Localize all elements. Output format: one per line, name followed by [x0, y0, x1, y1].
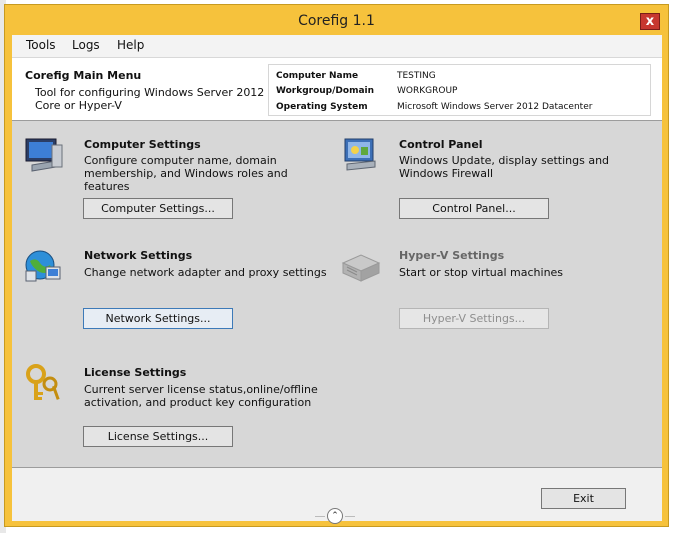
- server-icon: [341, 254, 381, 282]
- collapse-divider-right: [345, 516, 355, 517]
- control-panel-title: Control Panel: [399, 138, 483, 151]
- computer-icon: [25, 138, 63, 172]
- keys-icon: [26, 364, 60, 400]
- computer-settings-description: Configure computer name, domain membersh…: [84, 154, 288, 193]
- info-label-workgroup: Workgroup/Domain: [276, 86, 375, 96]
- info-value-workgroup: WORKGROUP: [397, 86, 458, 96]
- info-value-operating-system: Microsoft Windows Server 2012 Datacenter: [397, 102, 593, 112]
- menu-bar: Tools Logs Help: [12, 35, 662, 58]
- info-value-computer-name: TESTING: [397, 71, 436, 81]
- computer-settings-button[interactable]: Computer Settings...: [83, 198, 233, 219]
- settings-panel: Computer Settings Configure computer nam…: [12, 120, 662, 468]
- system-info-box: Computer Name TESTING Workgroup/Domain W…: [268, 64, 651, 116]
- exit-button[interactable]: Exit: [541, 488, 626, 509]
- control-panel-icon: [344, 138, 376, 171]
- info-label-computer-name: Computer Name: [276, 71, 359, 81]
- network-settings-button[interactable]: Network Settings...: [83, 308, 233, 329]
- footer-bar: Exit ⌃: [12, 468, 662, 524]
- collapse-chevron-icon[interactable]: ⌃: [327, 508, 343, 524]
- corefig-window: Corefig 1.1 x Tools Logs Help Corefig Ma…: [4, 4, 669, 527]
- control-panel-description: Windows Update, display settings and Win…: [399, 154, 610, 180]
- info-label-operating-system: Operating System: [276, 102, 368, 112]
- header-title: Corefig Main Menu: [25, 69, 142, 82]
- network-globe-icon: [25, 250, 61, 282]
- control-panel-button[interactable]: Control Panel...: [399, 198, 549, 219]
- license-settings-title: License Settings: [84, 366, 187, 379]
- header-description: Tool for configuring Windows Server 2012…: [35, 86, 265, 112]
- hyperv-settings-title: Hyper-V Settings: [399, 249, 505, 262]
- hyperv-settings-description: Start or stop virtual machines: [399, 266, 564, 279]
- collapse-divider-left: [315, 516, 325, 517]
- menu-tools[interactable]: Tools: [26, 38, 56, 52]
- client-area: Tools Logs Help Corefig Main Menu Tool f…: [12, 35, 662, 524]
- title-bar[interactable]: Corefig 1.1 x: [5, 5, 668, 37]
- computer-settings-title: Computer Settings: [84, 138, 201, 151]
- close-button[interactable]: x: [640, 13, 660, 30]
- menu-logs[interactable]: Logs: [72, 38, 100, 52]
- network-settings-title: Network Settings: [84, 249, 193, 262]
- license-settings-description: Current server license status,online/off…: [84, 383, 318, 409]
- license-settings-button[interactable]: License Settings...: [83, 426, 233, 447]
- header-panel: Corefig Main Menu Tool for configuring W…: [12, 58, 662, 119]
- menu-help[interactable]: Help: [117, 38, 144, 52]
- hyperv-settings-button: Hyper-V Settings...: [399, 308, 549, 329]
- network-settings-description: Change network adapter and proxy setting…: [84, 266, 327, 279]
- window-title: Corefig 1.1: [298, 13, 375, 29]
